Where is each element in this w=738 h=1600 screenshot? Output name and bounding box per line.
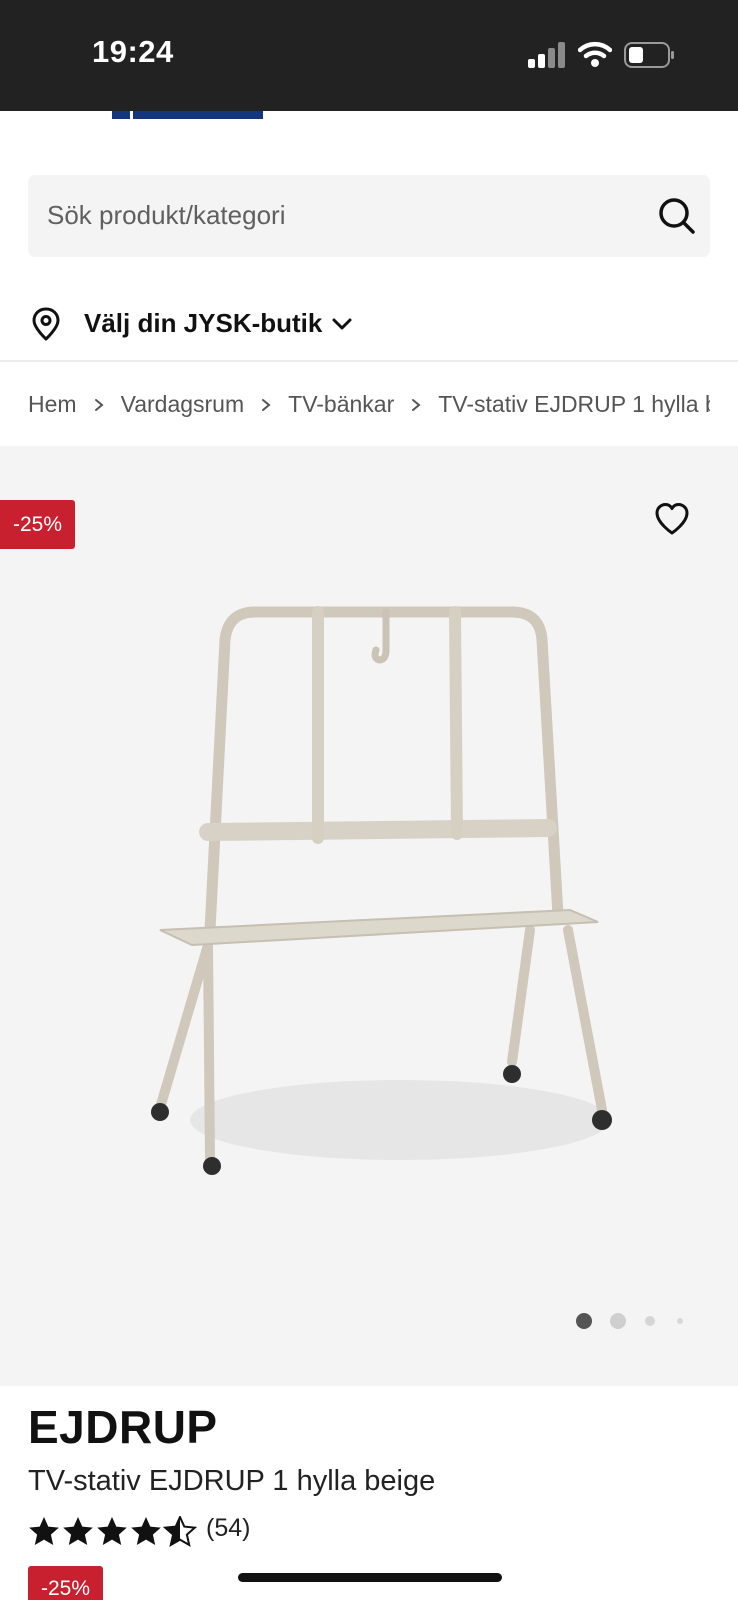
pagination-dot-1[interactable] xyxy=(576,1313,592,1329)
star-rating-icon xyxy=(29,1516,196,1546)
chevron-right-icon xyxy=(94,398,104,411)
home-indicator xyxy=(238,1573,502,1582)
battery-icon xyxy=(624,42,674,68)
signal-icon xyxy=(528,42,565,68)
search-bar[interactable]: Sök produkt/kategori xyxy=(28,175,710,257)
chevron-right-icon xyxy=(412,398,421,411)
price-discount-badge: -25% xyxy=(28,1566,103,1600)
chevron-right-icon xyxy=(262,398,271,411)
pagination-dot-3[interactable] xyxy=(645,1316,655,1326)
product-brand: EJDRUP xyxy=(28,1401,218,1453)
heart-icon[interactable] xyxy=(654,502,690,536)
gallery-pagination[interactable] xyxy=(576,1311,686,1331)
pagination-dot-2[interactable] xyxy=(610,1313,626,1329)
divider xyxy=(0,360,738,362)
jysk-logo[interactable] xyxy=(112,111,263,119)
product-image[interactable] xyxy=(130,600,640,1210)
status-time: 19:24 xyxy=(92,34,174,69)
breadcrumb-item-tv-bankar[interactable]: TV-bänkar xyxy=(288,391,394,418)
store-selector[interactable]: Välj din JYSK-butik xyxy=(28,300,428,350)
breadcrumb: Hem Vardagsrum TV-bänkar TV-stativ EJDRUP 1… xyxy=(28,390,710,424)
wifi-icon xyxy=(578,41,612,67)
chevron-down-icon[interactable] xyxy=(330,312,354,336)
breadcrumb-item-current: TV-stativ EJDRUP 1 hylla beige xyxy=(438,391,710,418)
product-rating[interactable]: (54) xyxy=(28,1512,288,1552)
product-name: TV-stativ EJDRUP 1 hylla beige xyxy=(28,1465,436,1497)
pagination-dot-4[interactable] xyxy=(677,1318,683,1324)
store-selector-label[interactable]: Välj din JYSK-butik xyxy=(84,308,322,339)
location-pin-icon xyxy=(32,307,60,341)
search-icon[interactable] xyxy=(658,197,696,235)
status-bar: 19:24 xyxy=(0,0,738,111)
review-count[interactable]: (54) xyxy=(206,1514,250,1543)
breadcrumb-item-home[interactable]: Hem xyxy=(28,391,77,418)
breadcrumb-item-vardagsrum[interactable]: Vardagsrum xyxy=(121,391,245,418)
search-input[interactable]: Sök produkt/kategori xyxy=(47,200,285,231)
discount-badge: -25% xyxy=(0,500,75,549)
